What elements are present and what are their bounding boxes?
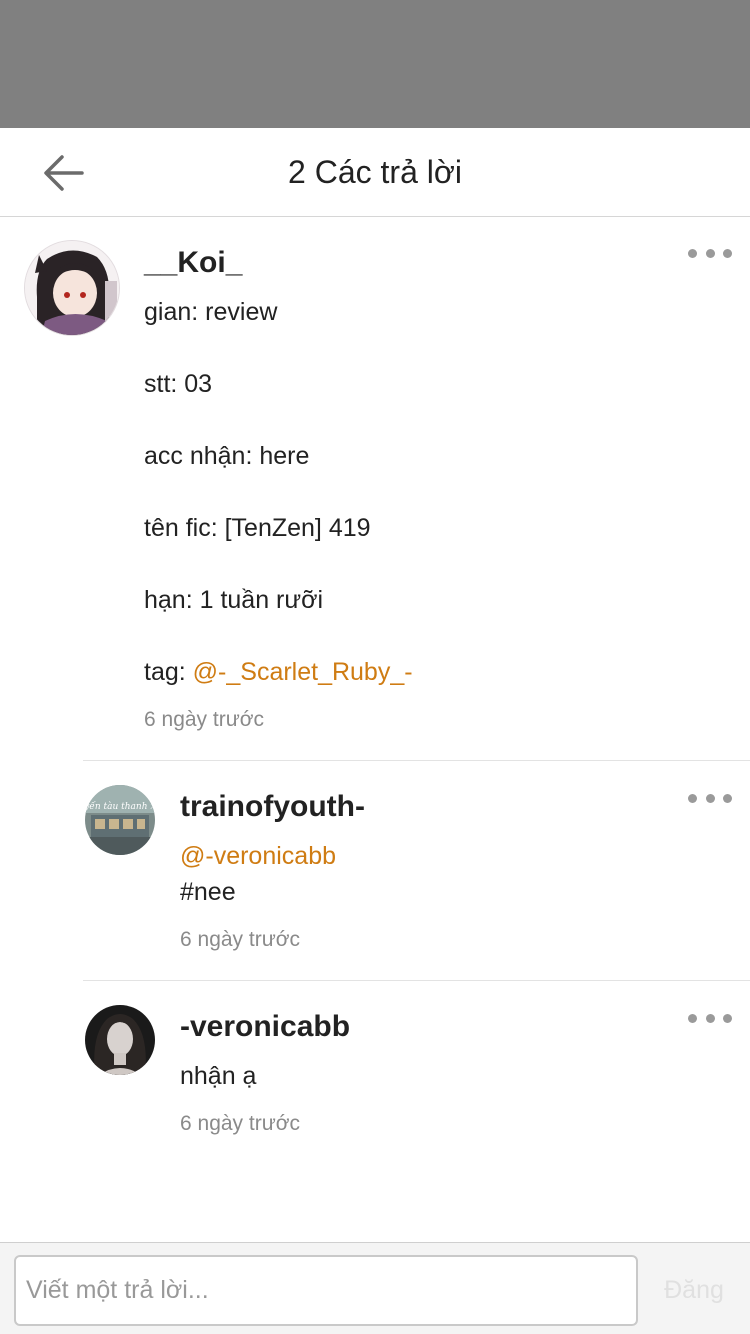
- more-options-button[interactable]: [688, 241, 732, 265]
- comment-timestamp: 6 ngày trước: [144, 708, 265, 731]
- comment-line: stt: 03: [144, 370, 213, 398]
- reply-text: #nee: [180, 878, 236, 906]
- reply-text: nhận ạ: [180, 1062, 257, 1090]
- comment-tag-line: tag: @-_Scarlet_Ruby_-: [144, 658, 413, 687]
- dot: [688, 248, 697, 258]
- avatar[interactable]: [85, 1005, 155, 1075]
- dot: [688, 1013, 697, 1023]
- avatar[interactable]: chuyến tàu thanh xuân: [85, 785, 155, 855]
- reply-timestamp: 6 ngày trước: [180, 928, 301, 951]
- reply-username[interactable]: trainofyouth-: [180, 790, 365, 824]
- dimmed-overlay: [0, 0, 750, 128]
- comment-line: tên fic: [TenZen] 419: [144, 514, 371, 542]
- header-bar: 2 Các trả lời: [0, 128, 750, 217]
- comment-line: gian: review: [144, 298, 278, 326]
- arrow-left-icon: [44, 155, 84, 191]
- reply-timestamp: 6 ngày trước: [180, 1112, 301, 1135]
- avatar-caption: chuyến tàu thanh xuân: [85, 801, 155, 812]
- divider: [83, 760, 750, 761]
- reply-username[interactable]: -veronicabb: [180, 1010, 350, 1044]
- dot: [705, 793, 715, 803]
- divider: [83, 980, 750, 981]
- dot: [688, 793, 697, 803]
- comment-username[interactable]: __Koi_: [144, 246, 242, 280]
- more-options-button[interactable]: [688, 786, 732, 810]
- dot: [705, 248, 715, 258]
- reply-input[interactable]: [14, 1255, 638, 1326]
- mention-link[interactable]: @-veronicabb: [180, 842, 336, 871]
- page-title: 2 Các trả lời: [288, 154, 462, 190]
- dot: [723, 1013, 732, 1023]
- post-button[interactable]: Đăng: [648, 1255, 740, 1326]
- comment-line: hạn: 1 tuần rưỡi: [144, 586, 324, 614]
- dot: [705, 1013, 715, 1023]
- more-options-button[interactable]: [688, 1006, 732, 1030]
- reply-bar: Đăng: [0, 1242, 750, 1334]
- dot: [723, 793, 732, 803]
- avatar[interactable]: [24, 240, 120, 336]
- dot: [723, 248, 732, 258]
- comment-line: acc nhận: here: [144, 442, 310, 470]
- mention-link[interactable]: @-_Scarlet_Ruby_-: [193, 658, 413, 686]
- tag-label: tag:: [144, 658, 193, 686]
- back-button[interactable]: [34, 148, 94, 198]
